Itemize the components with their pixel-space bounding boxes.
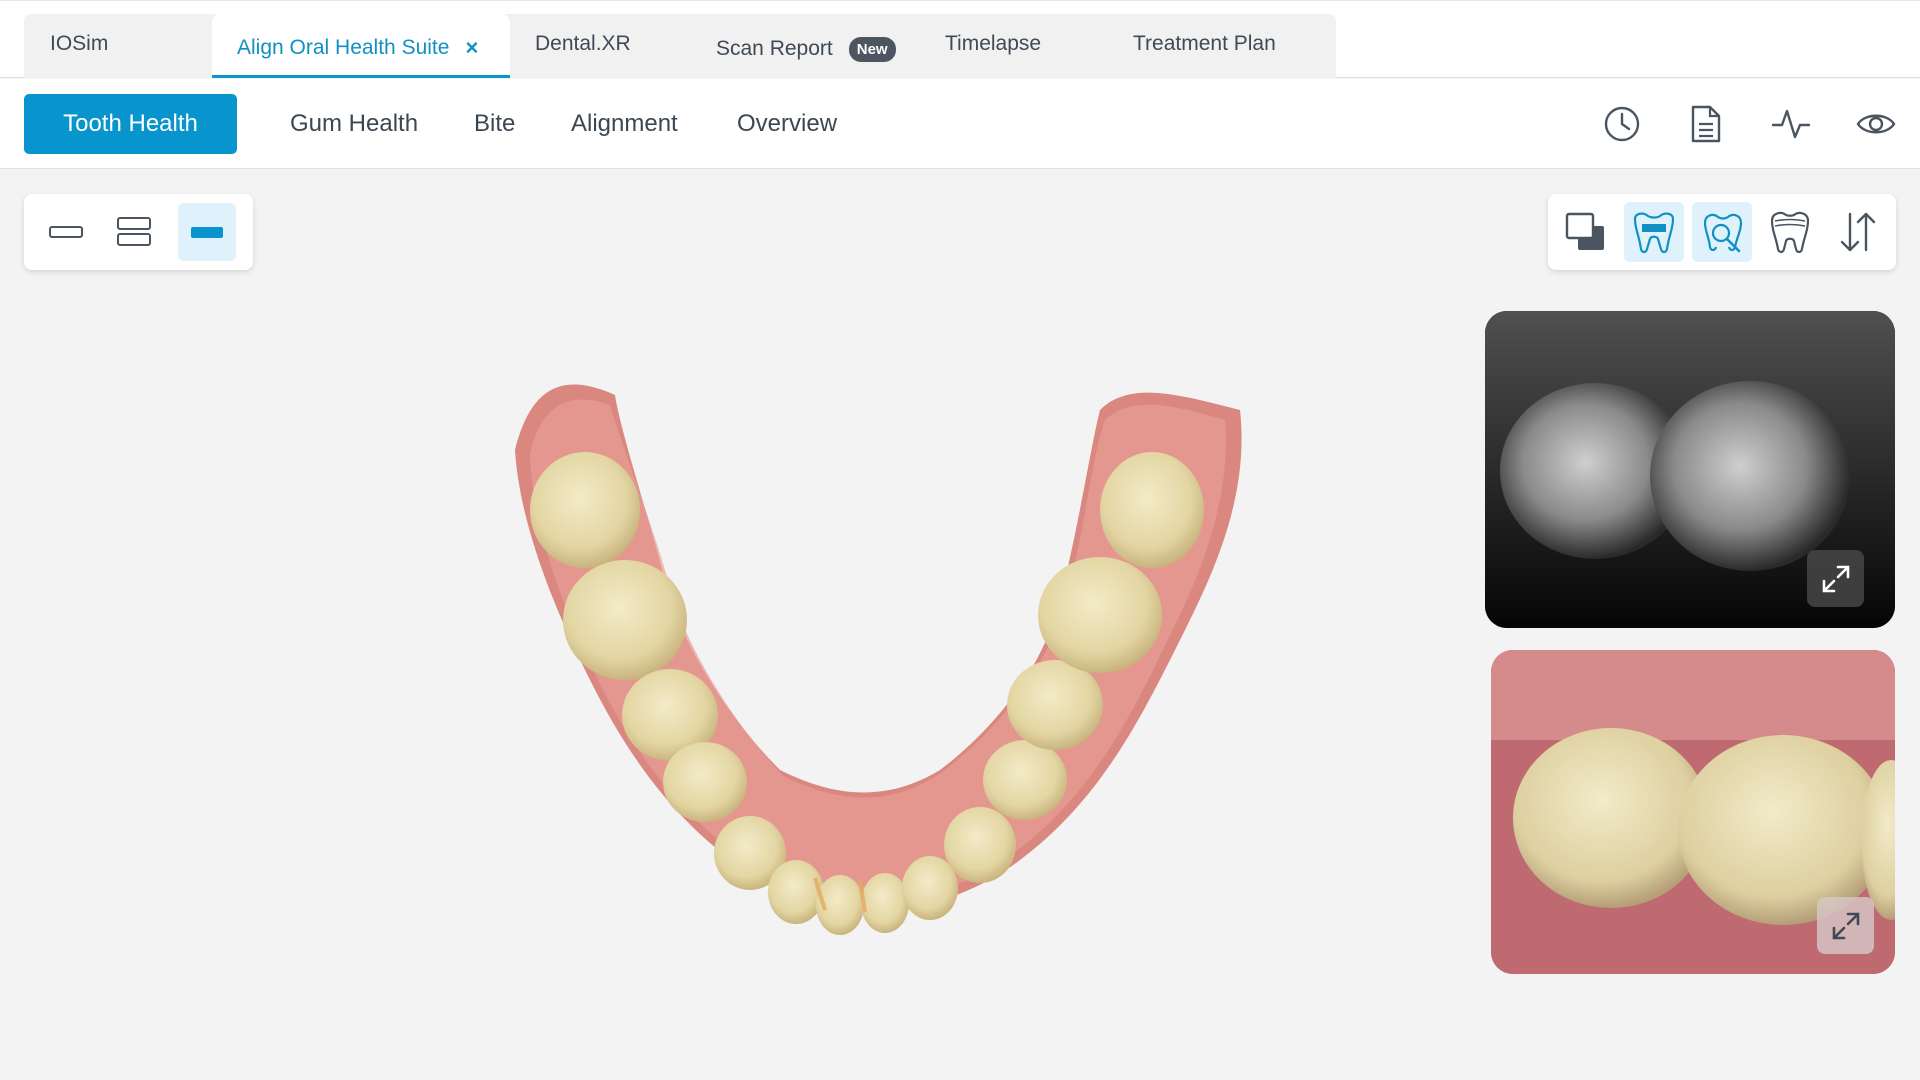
new-badge: New — [848, 36, 896, 62]
eye-icon[interactable] — [1852, 100, 1900, 148]
flip-arrows-icon[interactable] — [1828, 202, 1888, 262]
overlay-icon[interactable] — [1556, 202, 1616, 262]
clock-icon[interactable] — [1598, 100, 1646, 148]
nir-image-thumbnail[interactable] — [1485, 311, 1895, 628]
app-tab-bar: IOSim Align Oral Health Suite × Dental.X… — [0, 0, 1920, 78]
tooth-crown-icon[interactable] — [1760, 202, 1820, 262]
dental-arch-3d-view[interactable] — [420, 300, 1300, 960]
tab-label: Dental.XR — [535, 32, 631, 55]
tab-iosim[interactable]: IOSim — [24, 14, 210, 78]
expand-icon[interactable] — [1807, 550, 1864, 607]
tab-dental-xr[interactable]: Dental.XR — [512, 14, 698, 78]
tooth-inspect-icon[interactable] — [1692, 202, 1752, 262]
full-view-icon[interactable] — [178, 203, 236, 261]
pulse-icon[interactable] — [1767, 100, 1815, 148]
tooth[interactable] — [530, 452, 640, 568]
tab-label: Align Oral Health Suite — [237, 35, 450, 59]
tab-timelapse[interactable]: Timelapse — [920, 14, 1104, 78]
expand-icon[interactable] — [1817, 897, 1874, 954]
tab-label: Scan Report — [716, 37, 833, 60]
color-image-thumbnail[interactable] — [1491, 650, 1895, 974]
nav-bite[interactable]: Bite — [474, 94, 515, 154]
layout-toolbar — [24, 194, 253, 270]
jaw-toggle-icon[interactable] — [1624, 202, 1684, 262]
tab-label: Timelapse — [945, 32, 1042, 55]
nav-tooth-health-button[interactable]: Tooth Health — [24, 94, 237, 154]
split-view-icon[interactable] — [105, 203, 163, 261]
tab-treatment-plan[interactable]: Treatment Plan — [1106, 14, 1336, 78]
close-icon[interactable]: × — [465, 36, 478, 59]
document-icon[interactable] — [1682, 100, 1730, 148]
nav-gum-health[interactable]: Gum Health — [290, 94, 418, 154]
view-toolbar — [1548, 194, 1896, 270]
section-nav: Tooth Health Gum Health Bite Alignment O… — [0, 79, 1920, 169]
tab-label: IOSim — [50, 32, 109, 55]
tab-scan-report[interactable]: Scan Report New — [700, 14, 918, 78]
nav-alignment[interactable]: Alignment — [571, 94, 678, 154]
nav-overview[interactable]: Overview — [737, 94, 837, 154]
tab-label: Treatment Plan — [1133, 32, 1276, 55]
divider — [0, 0, 1920, 1]
single-view-icon[interactable] — [37, 203, 95, 261]
tab-align-oral-health-suite[interactable]: Align Oral Health Suite × — [212, 14, 510, 78]
